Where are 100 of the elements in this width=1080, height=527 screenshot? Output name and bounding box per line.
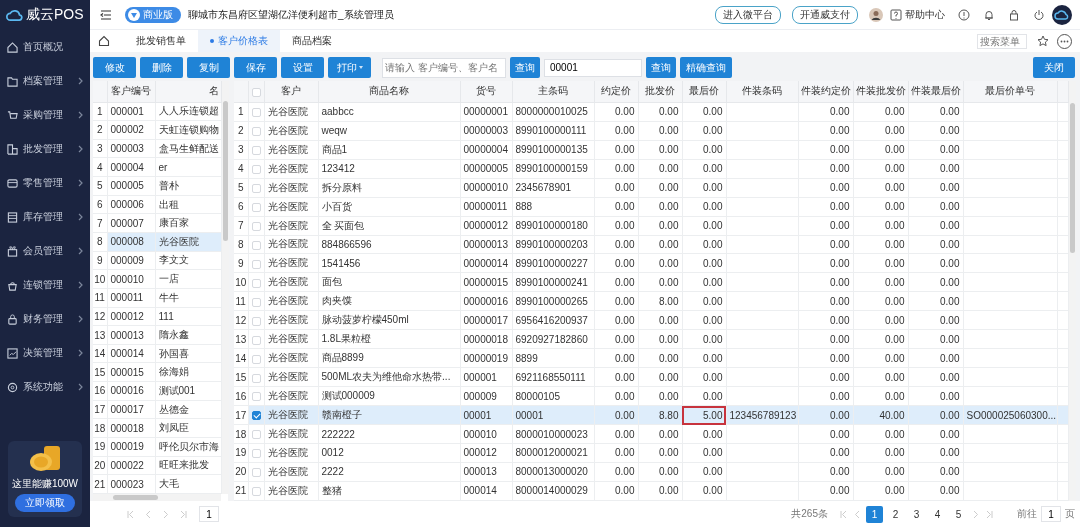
table-cell[interactable]: 呼伦贝尔市海	[155, 437, 221, 457]
table-cell[interactable]: 大毛	[155, 474, 221, 494]
scrollbar[interactable]	[1068, 81, 1076, 501]
table-cell[interactable]: 隋永鑫	[155, 325, 221, 345]
table-cell[interactable]: 000023	[107, 474, 155, 494]
sidebar-item[interactable]: 连锁管理	[0, 268, 90, 302]
table-cell[interactable]: 刘凤臣	[155, 418, 221, 438]
table-cell[interactable]: 111	[155, 307, 221, 326]
sidebar-item[interactable]: 档案管理	[0, 64, 90, 98]
star-icon[interactable]	[1037, 35, 1049, 47]
table-cell[interactable]: 一店	[155, 269, 221, 289]
table-cell[interactable]: 李文文	[155, 251, 221, 270]
table-cell[interactable]: 盒马生鲜配送	[155, 139, 221, 158]
table-cell[interactable]: 000017	[107, 400, 155, 419]
sidebar-item[interactable]: 首页概况	[0, 30, 90, 64]
scrollbar[interactable]	[93, 493, 221, 501]
last-page-icon[interactable]	[987, 510, 993, 518]
close-button[interactable]: 关闭	[1033, 57, 1075, 78]
table-cell[interactable]: 000004	[107, 157, 155, 177]
page-button[interactable]: 2	[887, 505, 904, 523]
table-cell: 0.00	[798, 272, 853, 292]
tab[interactable]: 商品档案	[280, 30, 344, 52]
toolbar-button[interactable]: 打印	[328, 57, 371, 78]
sidebar-item[interactable]: 会员管理	[0, 234, 90, 268]
menu-search-field[interactable]: 搜索菜单	[977, 33, 1027, 49]
table-cell[interactable]: 丛德金	[155, 400, 221, 419]
lock-icon[interactable]	[1008, 8, 1020, 21]
more-icon[interactable]	[1057, 33, 1072, 49]
chevron-right-icon[interactable]	[973, 510, 979, 518]
header-link[interactable]: 进入微平台	[715, 5, 781, 24]
table-cell[interactable]: 000006	[107, 195, 155, 214]
bell-icon[interactable]	[983, 8, 995, 21]
table-cell[interactable]: 000022	[107, 456, 155, 475]
power-icon[interactable]	[1033, 8, 1045, 21]
claim-button[interactable]: 立即领取	[15, 494, 75, 512]
sidebar-item[interactable]: 批发管理	[0, 132, 90, 166]
table-cell[interactable]: 000014	[107, 344, 155, 363]
table-cell[interactable]: 000011	[107, 288, 155, 308]
help-link[interactable]: 帮助中心	[890, 7, 945, 22]
page-button[interactable]: 4	[929, 505, 946, 523]
page-field[interactable]: 1	[1041, 506, 1061, 522]
header-link[interactable]: 开通威支付	[792, 5, 858, 24]
table-cell[interactable]: 000002	[107, 120, 155, 140]
table-cell[interactable]: 000001	[107, 102, 155, 121]
toolbar-button[interactable]: 修改	[93, 57, 136, 78]
chevron-right-icon[interactable]	[163, 510, 169, 518]
table-cell[interactable]: 旺旺来批发	[155, 456, 221, 475]
table-cell[interactable]: 徐海娟	[155, 362, 221, 382]
table-cell[interactable]: 000005	[107, 176, 155, 196]
tab[interactable]: 批发销售单	[124, 30, 198, 52]
query-button[interactable]: 查询	[646, 57, 676, 78]
table-cell[interactable]: 000012	[107, 307, 155, 326]
toolbar-button[interactable]: 保存	[234, 57, 277, 78]
toolbar-button[interactable]: 设置	[281, 57, 324, 78]
page-field[interactable]: 1	[199, 506, 219, 522]
table-cell[interactable]: 测试001	[155, 381, 221, 401]
table-cell[interactable]: 孙国喜	[155, 344, 221, 363]
page-button[interactable]: 3	[908, 505, 925, 523]
toolbar-button[interactable]: 复制	[187, 57, 230, 78]
table-cell[interactable]: 000019	[107, 437, 155, 457]
tab[interactable]: 客户价格表	[198, 30, 280, 52]
first-page-icon[interactable]	[840, 510, 846, 518]
table-cell[interactable]: 000010	[107, 269, 155, 289]
search-button[interactable]: 查询	[510, 57, 540, 78]
checkbox[interactable]	[251, 411, 261, 421]
sidebar-item[interactable]: 库存管理	[0, 200, 90, 234]
chevron-left-icon[interactable]	[145, 510, 151, 518]
table-cell[interactable]: 000013	[107, 325, 155, 345]
table-cell[interactable]: 000007	[107, 213, 155, 233]
last-page-icon[interactable]	[181, 510, 187, 518]
table-cell[interactable]: 康百家	[155, 213, 221, 233]
cloud-logo-icon[interactable]	[1052, 4, 1072, 25]
table-cell[interactable]: 000009	[107, 251, 155, 270]
search-field[interactable]: 请输入 客户编号、客户名	[382, 57, 506, 78]
table-cell[interactable]: 000015	[107, 362, 155, 382]
table-cell[interactable]: 出租	[155, 195, 221, 214]
sidebar-item[interactable]: 系统功能	[0, 370, 90, 404]
table-cell[interactable]: 000003	[107, 139, 155, 158]
home-icon[interactable]	[98, 35, 110, 47]
sidebar-item[interactable]: 零售管理	[0, 166, 90, 200]
toolbar-button[interactable]: 删除	[140, 57, 183, 78]
page-button[interactable]: 1	[866, 505, 883, 523]
query-button[interactable]: 精确查询	[680, 57, 732, 78]
table-cell[interactable]: 普朴	[155, 176, 221, 196]
table-cell[interactable]: 牛牛	[155, 288, 221, 308]
info-icon[interactable]	[958, 8, 970, 21]
sidebar-item[interactable]: 采购管理	[0, 98, 90, 132]
table-cell[interactable]: 000016	[107, 381, 155, 401]
first-page-icon[interactable]	[127, 510, 133, 518]
table-cell[interactable]: er	[155, 157, 221, 177]
query-field[interactable]: 00001	[544, 58, 642, 77]
sidebar-item[interactable]: 决策管理	[0, 336, 90, 370]
table-cell[interactable]: 天虹连锁购物	[155, 120, 221, 140]
sidebar-item[interactable]: 财务管理	[0, 302, 90, 336]
scrollbar[interactable]	[221, 81, 229, 494]
table-cell[interactable]: 000018	[107, 418, 155, 438]
menu-icon[interactable]	[100, 9, 112, 20]
table-cell[interactable]: 人人乐连锁超	[155, 102, 221, 121]
page-button[interactable]: 5	[950, 505, 967, 523]
chevron-left-icon[interactable]	[854, 510, 860, 518]
